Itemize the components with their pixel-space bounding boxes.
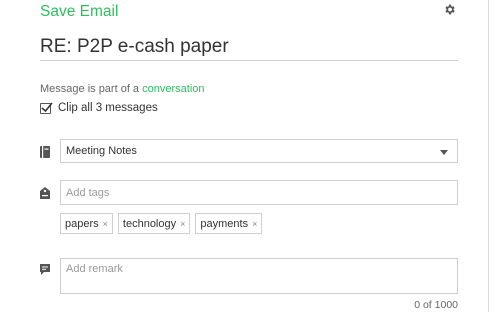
remove-tag-icon[interactable]: ×	[252, 219, 257, 229]
conversation-notice: Message is part of a conversation	[40, 82, 205, 96]
notebook-selected-value: Meeting Notes	[66, 145, 137, 157]
tag-list: papers × technology × payments ×	[60, 213, 267, 234]
notebook-icon	[38, 145, 52, 159]
chevron-down-icon	[440, 150, 448, 155]
comment-icon	[38, 262, 52, 276]
title-underline	[40, 60, 458, 61]
app-title: Save Email	[40, 3, 119, 20]
tag-label: papers	[65, 217, 99, 230]
clip-all-checkbox[interactable]	[40, 101, 53, 114]
tag-chip[interactable]: technology ×	[117, 213, 191, 234]
tag-label: payments	[200, 217, 249, 230]
tag-chip[interactable]: papers ×	[60, 213, 113, 234]
conversation-link[interactable]: conversation	[142, 83, 204, 95]
clip-all-row[interactable]: Clip all 3 messages	[40, 100, 158, 116]
clip-all-label: Clip all 3 messages	[58, 102, 158, 114]
remark-textarea[interactable]	[60, 258, 458, 294]
remove-tag-icon[interactable]: ×	[180, 219, 185, 229]
conversation-prefix: Message is part of a	[40, 83, 140, 95]
checkmark-icon	[41, 101, 53, 112]
remove-tag-icon[interactable]: ×	[103, 219, 108, 229]
panel-edge-divider	[488, 0, 489, 312]
notebook-select[interactable]: Meeting Notes	[60, 139, 458, 163]
tag-input[interactable]	[60, 180, 458, 205]
email-title-field[interactable]: RE: P2P e-cash paper	[40, 34, 458, 60]
header: Save Email	[40, 2, 460, 22]
tag-label: technology	[122, 217, 177, 230]
tag-icon	[38, 186, 52, 200]
gear-icon[interactable]	[443, 3, 456, 16]
remark-char-counter: 0 of 1000	[414, 299, 458, 311]
tag-chip[interactable]: payments ×	[195, 213, 263, 234]
